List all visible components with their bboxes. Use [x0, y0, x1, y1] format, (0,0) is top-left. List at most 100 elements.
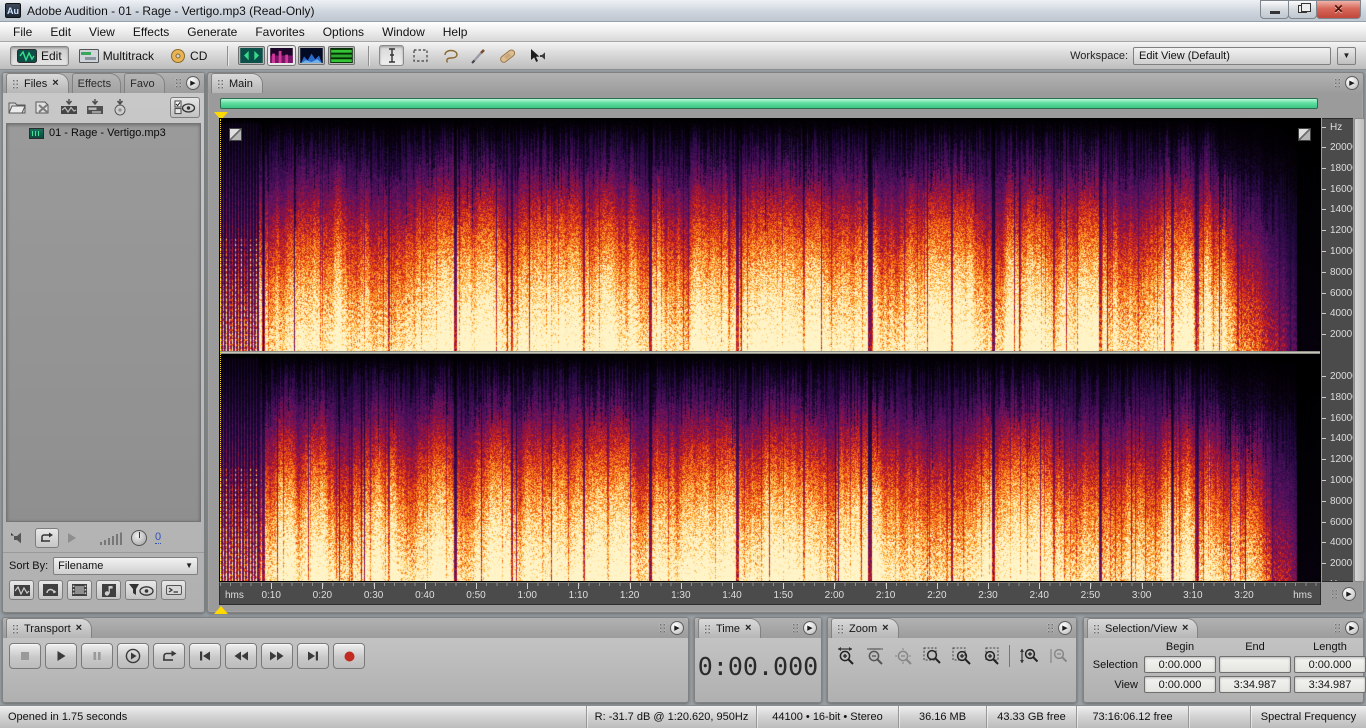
tab-close-icon[interactable]: ×: [52, 78, 58, 89]
tab-close-icon[interactable]: ×: [76, 623, 82, 634]
minimize-button[interactable]: [1260, 0, 1289, 19]
menu-options[interactable]: Options: [314, 23, 373, 41]
multitrack-view-button[interactable]: Multitrack: [73, 47, 160, 65]
tab-close-icon[interactable]: ×: [745, 623, 751, 634]
tab-transport[interactable]: Transport ×: [6, 618, 93, 638]
show-midi-files-button[interactable]: [96, 580, 121, 600]
channel-right-select-handle[interactable]: [1298, 128, 1311, 141]
preview-volume-value[interactable]: 0: [155, 532, 162, 544]
menu-edit[interactable]: Edit: [41, 23, 80, 41]
pause-button[interactable]: [81, 643, 113, 669]
zoom-out-horizontal-button[interactable]: [863, 644, 888, 668]
cd-view-button[interactable]: CD: [164, 46, 213, 66]
channel-left-select-handle[interactable]: [229, 128, 242, 141]
selection-length-field[interactable]: 0:00.000: [1294, 656, 1366, 673]
time-ruler[interactable]: hms 0:10 0:20 0:30 0:40 0:50 1:00 1:10 1:20 1:30…: [219, 582, 1321, 605]
file-list[interactable]: 01 - Rage - Vertigo.mp3: [6, 123, 201, 522]
tab-selection-view[interactable]: Selection/View ×: [1087, 618, 1199, 638]
time-selection-tool-button[interactable]: [379, 45, 405, 66]
view-length-field[interactable]: 3:34.987: [1294, 676, 1366, 693]
zoom-to-selection-button[interactable]: [921, 644, 946, 668]
tab-files[interactable]: Files ×: [6, 73, 69, 93]
insert-into-multitrack-button[interactable]: [85, 98, 105, 116]
preview-volume-icon[interactable]: [99, 532, 123, 545]
panel-menu-button[interactable]: ▶: [1342, 587, 1356, 601]
panel-menu-button[interactable]: ▶: [1345, 76, 1359, 90]
tab-close-icon[interactable]: ×: [882, 623, 888, 634]
overview-range-bar[interactable]: [220, 98, 1318, 109]
menu-favorites[interactable]: Favorites: [246, 23, 313, 41]
auto-play-speaker-icon[interactable]: [9, 531, 27, 545]
phase-display-button[interactable]: [328, 46, 356, 65]
restore-button[interactable]: [1288, 0, 1317, 19]
menu-window[interactable]: Window: [373, 23, 434, 41]
frequency-ruler[interactable]: Hz 20000 18000 16000 14000 12000 10000 8000 6000…: [1322, 118, 1353, 582]
preview-volume-knob[interactable]: [131, 530, 147, 546]
workspace-dropdown-arrow[interactable]: ▼: [1337, 46, 1356, 65]
import-file-button[interactable]: [7, 99, 27, 115]
panel-menu-button[interactable]: ▶: [1345, 621, 1359, 635]
stop-button[interactable]: [9, 643, 41, 669]
playhead-marker-bottom[interactable]: [214, 606, 228, 614]
fast-forward-button[interactable]: [261, 643, 293, 669]
close-file-button[interactable]: [33, 99, 53, 115]
file-list-item[interactable]: 01 - Rage - Vertigo.mp3: [7, 124, 200, 142]
menu-help[interactable]: Help: [434, 23, 477, 41]
menu-view[interactable]: View: [80, 23, 124, 41]
spectral-frequency-display-button[interactable]: [268, 46, 296, 65]
show-audio-files-button[interactable]: [9, 580, 34, 600]
edit-view-button[interactable]: Edit: [10, 45, 69, 66]
insert-into-cd-button[interactable]: [111, 98, 129, 116]
zoom-in-vertical-button[interactable]: [1016, 644, 1041, 668]
spectrogram-right-channel[interactable]: [220, 354, 1320, 581]
selection-begin-field[interactable]: 0:00.000: [1144, 656, 1216, 673]
effects-paintbrush-tool-button[interactable]: [466, 45, 491, 66]
tab-favorites[interactable]: Favo: [124, 73, 165, 93]
tab-time[interactable]: Time ×: [698, 618, 762, 638]
lasso-selection-tool-button[interactable]: [437, 45, 462, 66]
show-options-toggle-button[interactable]: [170, 96, 200, 118]
record-button[interactable]: [333, 643, 365, 669]
panel-menu-button[interactable]: ▶: [1058, 621, 1072, 635]
spectrogram-left-channel[interactable]: [220, 119, 1320, 351]
zoom-out-vertical-button[interactable]: [1045, 644, 1070, 668]
menu-effects[interactable]: Effects: [124, 23, 178, 41]
show-loop-files-button[interactable]: [38, 580, 63, 600]
zoom-in-right-edge-button[interactable]: [978, 644, 1003, 668]
rewind-button[interactable]: [225, 643, 257, 669]
panel-menu-button[interactable]: ▶: [186, 76, 200, 90]
spectral-display[interactable]: [219, 118, 1321, 582]
tab-main[interactable]: Main: [211, 73, 263, 93]
show-full-path-button[interactable]: [161, 580, 186, 600]
close-button[interactable]: ✕: [1316, 0, 1361, 19]
show-video-files-button[interactable]: [67, 580, 92, 600]
zoom-in-horizontal-button[interactable]: [834, 644, 859, 668]
loop-preview-button[interactable]: [35, 528, 59, 548]
selection-end-field[interactable]: [1219, 656, 1291, 673]
panel-menu-button[interactable]: ▶: [670, 621, 684, 635]
play-from-cursor-button[interactable]: [117, 643, 149, 669]
waveform-display-button[interactable]: [238, 46, 266, 65]
insert-into-edit-view-button[interactable]: [59, 98, 79, 116]
filter-visibility-button[interactable]: [125, 580, 157, 600]
tab-zoom[interactable]: Zoom ×: [831, 618, 899, 638]
tab-close-icon[interactable]: ×: [1182, 623, 1188, 634]
vertical-scrollbar[interactable]: [1354, 118, 1365, 582]
zoom-in-left-edge-button[interactable]: [950, 644, 975, 668]
marquee-selection-tool-button[interactable]: [408, 45, 433, 66]
view-begin-field[interactable]: 0:00.000: [1144, 676, 1216, 693]
workspace-dropdown[interactable]: Edit View (Default): [1133, 46, 1331, 65]
playhead-line[interactable]: [220, 119, 221, 581]
view-end-field[interactable]: 3:34.987: [1219, 676, 1291, 693]
current-time-display[interactable]: 0:00.000: [695, 652, 821, 681]
spectral-pan-display-button[interactable]: [298, 46, 326, 65]
panel-menu-button[interactable]: ▶: [803, 621, 817, 635]
menu-file[interactable]: File: [4, 23, 41, 41]
go-to-end-button[interactable]: [297, 643, 329, 669]
scrub-tool-button[interactable]: [524, 45, 549, 66]
menu-generate[interactable]: Generate: [178, 23, 246, 41]
sort-by-dropdown[interactable]: Filename ▼: [53, 556, 198, 575]
play-button[interactable]: [45, 643, 77, 669]
zoom-out-full-button[interactable]: [892, 644, 917, 668]
preview-play-button[interactable]: [67, 532, 77, 544]
